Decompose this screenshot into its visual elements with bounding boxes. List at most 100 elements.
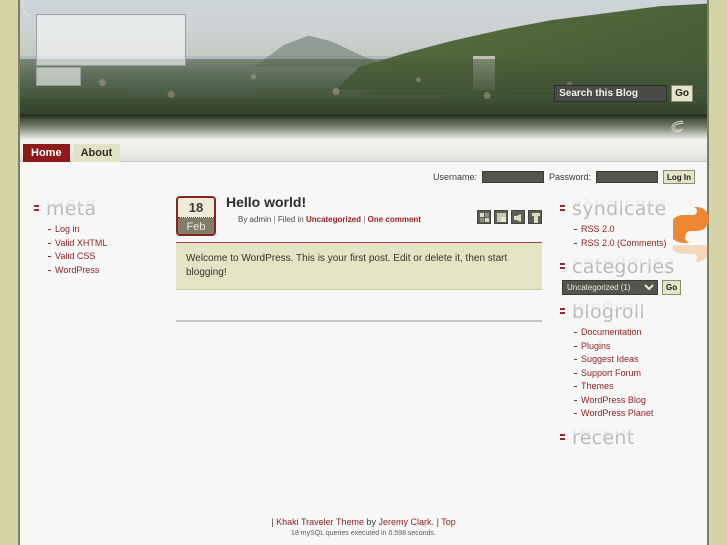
site-frame: Go Home About Username: P — [18, 0, 709, 545]
nav-list: Home About — [23, 140, 707, 162]
post-title-wrap: Hello world! By admin | Filed in Uncateg… — [216, 194, 477, 224]
post-date-month: Feb — [178, 218, 214, 234]
post-hello-world: 18 Feb Hello world! By admin | Filed in — [176, 194, 542, 290]
delicious-icon[interactable] — [477, 210, 491, 224]
category-select[interactable]: Uncategorized (1) — [562, 280, 658, 295]
meta-link-login[interactable]: Log in — [55, 224, 80, 234]
list-item[interactable]: Themes — [574, 380, 703, 394]
category-go-button[interactable]: Go — [662, 280, 682, 295]
rss-link-posts[interactable]: RSS 2.0 — [581, 224, 615, 234]
post-date-badge: 18 Feb — [176, 196, 216, 236]
footer-prefix: | — [271, 517, 274, 527]
search-form[interactable]: Go — [554, 85, 693, 102]
site-title[interactable] — [36, 14, 186, 66]
widget-categories-heading-text: categories — [572, 256, 675, 278]
widget-categories-heading: categories categories — [558, 256, 703, 278]
list-item[interactable]: WordPress Planet — [574, 407, 703, 421]
post-title[interactable]: Hello world! — [226, 194, 477, 211]
widget-recent: recent recent — [558, 426, 703, 449]
sidebar-left: meta meta Log in Valid XHTML Valid CSS W… — [20, 190, 172, 498]
widget-blogroll-heading-text: blogroll — [572, 301, 646, 323]
widget-syndicate-heading: syndicate syndicate — [558, 198, 703, 220]
blogroll-link-plugins[interactable]: Plugins — [581, 341, 611, 351]
widget-meta-heading: meta meta — [32, 198, 168, 220]
footer-credits: | Khaki Traveler Theme by Jeremy Clark. … — [20, 517, 707, 527]
share-icon[interactable] — [528, 210, 542, 224]
widget-categories: categories categories Uncategorized (1) … — [558, 256, 703, 295]
search-go-button[interactable]: Go — [671, 85, 693, 102]
speaker-icon[interactable] — [511, 210, 525, 224]
list-item[interactable]: Documentation — [574, 326, 703, 340]
post-author: By admin — [238, 215, 272, 224]
content-divider — [176, 320, 542, 322]
search-input[interactable] — [554, 85, 668, 102]
footer-theme-link[interactable]: Khaki Traveler Theme — [276, 517, 364, 527]
meta-link-wordpress[interactable]: WordPress — [55, 265, 99, 275]
username-input[interactable] — [481, 171, 544, 183]
list-item[interactable]: RSS 2.0 — [574, 223, 703, 237]
footer-author-link[interactable]: Jeremy Clark — [379, 517, 432, 527]
widget-meta-list: Log in Valid XHTML Valid CSS WordPress — [32, 223, 168, 277]
blogroll-link-support-forum[interactable]: Support Forum — [581, 368, 641, 378]
footer-sep: | — [436, 517, 439, 527]
post-date-day: 18 — [178, 198, 214, 218]
password-input[interactable] — [596, 171, 658, 183]
widget-meta-heading-text: meta — [46, 198, 97, 220]
page-root: Go Home About Username: P — [0, 0, 727, 545]
list-item[interactable]: Suggest Ideas — [574, 353, 703, 367]
login-bar[interactable]: Username: Password: Log In — [20, 162, 707, 188]
post-title-text: Hello world! — [226, 194, 307, 210]
list-item[interactable]: WordPress — [48, 264, 168, 278]
blogroll-link-documentation[interactable]: Documentation — [581, 327, 642, 337]
main-navigation: Home About — [20, 140, 707, 162]
password-label: Password: — [548, 172, 591, 182]
footer-top-link[interactable]: Top — [441, 517, 456, 527]
post-meta: By admin | Filed in Uncategorized | One … — [226, 215, 477, 224]
blogroll-link-wordpress-planet[interactable]: WordPress Planet — [581, 408, 653, 418]
sidebar-right: syndicate syndicate RSS 2.0 RSS 2.0 (Com… — [552, 190, 709, 498]
header-photo-fade — [20, 114, 707, 140]
widget-recent-heading-text: recent — [572, 426, 635, 449]
widget-syndicate: syndicate syndicate RSS 2.0 RSS 2.0 (Com… — [558, 198, 703, 250]
site-tagline — [36, 67, 81, 86]
nav-item-about[interactable]: About — [70, 140, 121, 162]
footer-query-stats: 18 mySQL queries executed in 0.598 secon… — [291, 530, 436, 537]
list-item[interactable]: WordPress Blog — [574, 394, 703, 408]
list-item[interactable]: Valid CSS — [48, 250, 168, 264]
list-item[interactable]: Valid XHTML — [48, 237, 168, 251]
nav-link-home[interactable]: Home — [23, 144, 70, 162]
rss-link-comments[interactable]: RSS 2.0 (Comments) — [581, 238, 667, 248]
widget-blogroll: blogroll blogroll Documentation Plugins … — [558, 301, 703, 421]
widget-meta: meta meta Log in Valid XHTML Valid CSS W… — [32, 198, 168, 277]
widget-blogroll-list: Documentation Plugins Suggest Ideas Supp… — [558, 326, 703, 421]
header-banner: Go — [20, 0, 707, 140]
blogroll-link-themes[interactable]: Themes — [581, 381, 614, 391]
post-meta-sep-2: | — [363, 215, 366, 224]
list-item[interactable]: Log in — [48, 223, 168, 237]
main-content: 18 Feb Hello world! By admin | Filed in — [172, 190, 552, 498]
post-category-link[interactable]: Uncategorized — [306, 215, 361, 224]
content-columns: meta meta Log in Valid XHTML Valid CSS W… — [20, 188, 709, 498]
meta-link-valid-xhtml[interactable]: Valid XHTML — [55, 238, 107, 248]
list-item[interactable]: Support Forum — [574, 367, 703, 381]
blogroll-link-wordpress-blog[interactable]: WordPress Blog — [581, 395, 646, 405]
list-item[interactable]: RSS 2.0 (Comments) — [574, 237, 703, 251]
meta-link-valid-css[interactable]: Valid CSS — [55, 251, 95, 261]
leaf-swirl-icon — [671, 120, 684, 133]
list-item[interactable]: Plugins — [574, 340, 703, 354]
category-select-row: Uncategorized (1) Go — [558, 280, 703, 295]
login-submit-button[interactable]: Log In — [663, 170, 695, 184]
stumbleupon-icon[interactable] — [494, 210, 508, 224]
username-label: Username: — [432, 172, 477, 182]
post-filed-in-label: Filed in — [277, 215, 304, 224]
post-body: Welcome to WordPress. This is your first… — [176, 243, 542, 290]
nav-link-about[interactable]: About — [72, 144, 121, 162]
widget-syndicate-heading-text: syndicate — [572, 198, 667, 220]
post-divider — [176, 242, 542, 243]
post-comments-link[interactable]: One comment — [368, 215, 421, 224]
site-footer: | Khaki Traveler Theme by Jeremy Clark. … — [20, 517, 707, 537]
nav-item-home[interactable]: Home — [23, 140, 70, 162]
widget-blogroll-heading: blogroll blogroll — [558, 301, 703, 323]
blogroll-link-suggest-ideas[interactable]: Suggest Ideas — [581, 354, 639, 364]
widget-recent-heading: recent recent — [558, 426, 703, 449]
